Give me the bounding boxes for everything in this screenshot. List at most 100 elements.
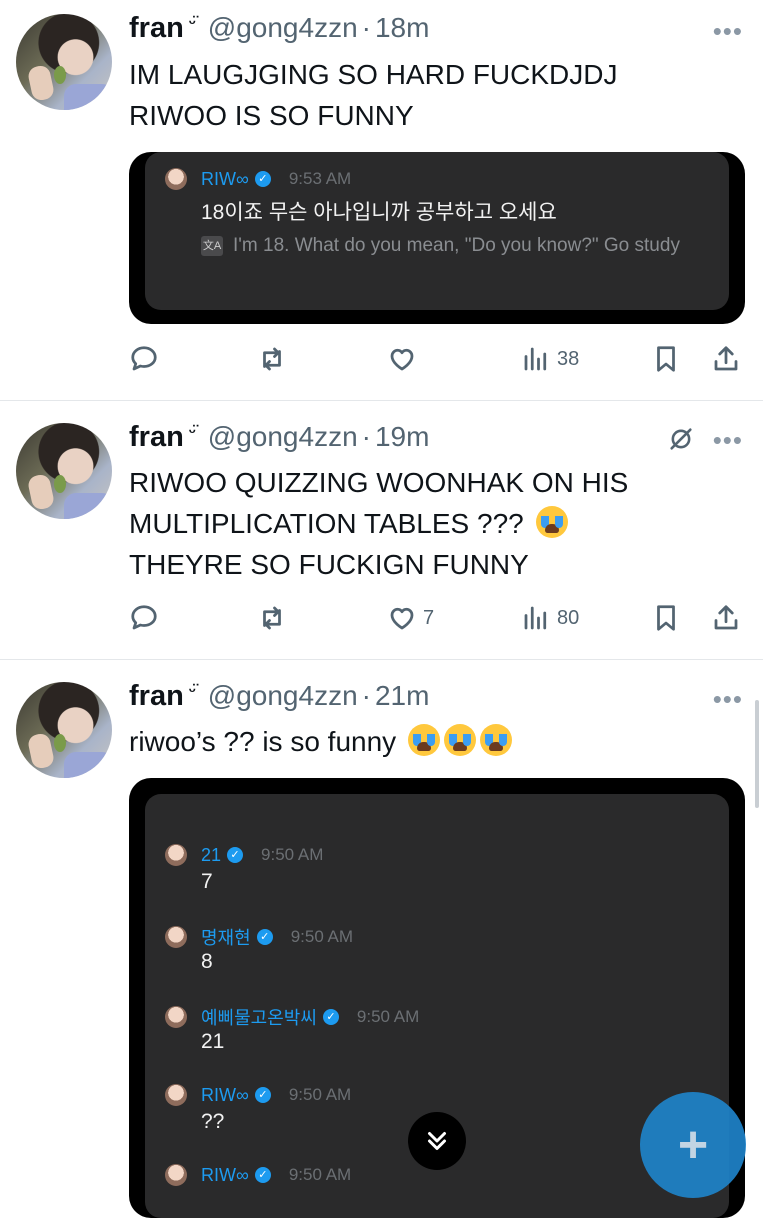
chat-message-header: 21 ✓ 9:50 AM [165,844,323,866]
chat-avatar [165,926,187,948]
user-handle[interactable]: @gong4zzn [208,680,358,712]
verified-icon: ✓ [254,171,271,187]
separator: · [361,680,371,711]
chat-message-header: 예삐물고온박씨 ✓ 9:50 AM [165,1004,419,1030]
display-name[interactable]: fran [129,12,184,45]
tweet-header: fran ᵕ̈ @gong4zzn · 18m [129,12,429,46]
reply-icon [131,605,157,630]
name-emoji: ᵕ̈ [188,422,196,441]
more-options-icon[interactable]: ••• [713,684,743,715]
verified-icon: ✓ [256,929,273,945]
chat-time: 9:50 AM [288,1165,352,1184]
separator: · [361,421,371,452]
loudly-crying-face-emoji [535,506,568,538]
analytics-icon [524,606,547,630]
user-handle[interactable]: @gong4zzn [208,421,358,453]
chat-avatar [165,1006,187,1028]
share-icon [714,346,738,371]
grok-icon[interactable] [667,425,695,453]
chat-message-header: 명재현 ✓ 9:50 AM [165,924,353,950]
scrollbar[interactable] [755,700,759,808]
chat-username: RIW∞ [201,1084,249,1105]
tweet-1[interactable]: fran ᵕ̈ @gong4zzn · 18m ••• IM LAUGJGING… [0,0,763,400]
chat-username: 21 [201,844,222,865]
name-emoji: ᵕ̈ [188,681,196,700]
tweet-text: IM LAUGJGING SO HARD FUCKDJDJ RIWOO IS S… [129,54,729,136]
quoted-image[interactable]: RIW∞ ✓ 9:53 AM 18이죠 무슨 아나입니까 공부하고 오세요 文A… [129,152,745,324]
like-button[interactable] [387,339,417,379]
share-button[interactable] [711,339,741,379]
retweet-button[interactable] [257,339,287,379]
share-button[interactable] [711,598,741,638]
avatar[interactable] [16,682,112,778]
tweet-header: fran ᵕ̈ @gong4zzn · 21m [129,680,429,714]
heart-icon [390,348,414,371]
more-options-icon[interactable]: ••• [713,425,743,456]
timestamp[interactable]: 19m [375,421,429,453]
bookmark-button[interactable] [651,598,681,638]
share-icon [714,605,738,630]
retweet-icon [263,606,281,630]
views-button[interactable]: 80 [521,598,579,638]
chat-message-header: RIW∞ ✓ 9:50 AM [165,1084,351,1106]
chat-username: RIW∞ [201,168,249,189]
tweet-text-value: riwoo’s ?? is so funny [129,726,397,757]
tweet-text: riwoo’s ?? is so funny [129,721,729,762]
chat-message: 7 [201,870,213,893]
avatar[interactable] [16,423,112,519]
avatar[interactable] [16,14,112,110]
verified-icon: ✓ [322,1009,339,1025]
chat-avatar [165,1084,187,1106]
reply-button[interactable] [129,598,159,638]
chat-time: 9:50 AM [356,1007,420,1026]
chat-message: 18이죠 무슨 아나입니까 공부하고 오세요 [201,201,557,224]
tweet-text-line: THEYRE SO FUCKIGN FUNNY [129,549,529,580]
scroll-down-button[interactable] [408,1112,466,1170]
bookmark-button[interactable] [651,339,681,379]
reply-icon [131,346,157,371]
heart-icon [390,607,414,630]
more-options-icon[interactable]: ••• [713,16,743,47]
tweet-text-line: RIWOO IS SO FUNNY [129,100,414,131]
views-count: 38 [557,347,580,370]
bookmark-icon [657,605,675,631]
compose-button[interactable]: + [640,1092,746,1198]
loudly-crying-face-emoji [479,724,512,756]
bookmark-icon [657,346,675,372]
timestamp[interactable]: 18m [375,12,429,44]
verified-icon: ✓ [254,1087,271,1103]
retweet-button[interactable] [257,598,287,638]
display-name[interactable]: fran [129,421,184,454]
loudly-crying-face-emoji [407,724,440,756]
tweet-header: fran ᵕ̈ @gong4zzn · 19m [129,421,429,455]
tweet-text-value: MULTIPLICATION TABLES ??? [129,508,524,539]
tweet-text-line: RIWOO QUIZZING WOONHAK ON HIS [129,467,629,498]
chat-message: 8 [201,950,213,973]
tweet-text: RIWOO QUIZZING WOONHAK ON HIS MULTIPLICA… [129,462,729,585]
tweet-2[interactable]: fran ᵕ̈ @gong4zzn · 19m ••• RIWOO QUIZZI… [0,401,763,659]
chat-username: RIW∞ [201,1164,249,1185]
chat-time: 9:50 AM [261,845,324,864]
separator: · [361,12,371,43]
chat-message: ?? [201,1110,225,1133]
chat-message-header: RIW∞ ✓ 9:50 AM [165,1164,351,1186]
plus-icon: + [677,1116,709,1174]
user-handle[interactable]: @gong4zzn [208,12,358,44]
views-button[interactable]: 38 [521,339,579,379]
chat-message: 21 [201,1030,225,1053]
translate-icon: 文A [201,236,223,256]
chat-time: 9:53 AM [288,169,352,188]
chat-time: 9:50 AM [290,927,354,946]
likes-count: 7 [423,606,435,629]
views-count: 80 [557,606,580,629]
name-emoji: ᵕ̈ [188,13,196,32]
chat-avatar [165,168,187,190]
verified-icon: ✓ [227,847,244,863]
reply-button[interactable] [129,339,159,379]
display-name[interactable]: fran [129,680,184,713]
timestamp[interactable]: 21m [375,680,429,712]
chat-message-header: RIW∞ ✓ 9:53 AM [165,168,351,190]
chat-screenshot: RIW∞ ✓ 9:53 AM 18이죠 무슨 아나입니까 공부하고 오세요 文A… [145,152,729,310]
like-button[interactable]: 7 [387,598,434,638]
analytics-icon [524,347,547,371]
